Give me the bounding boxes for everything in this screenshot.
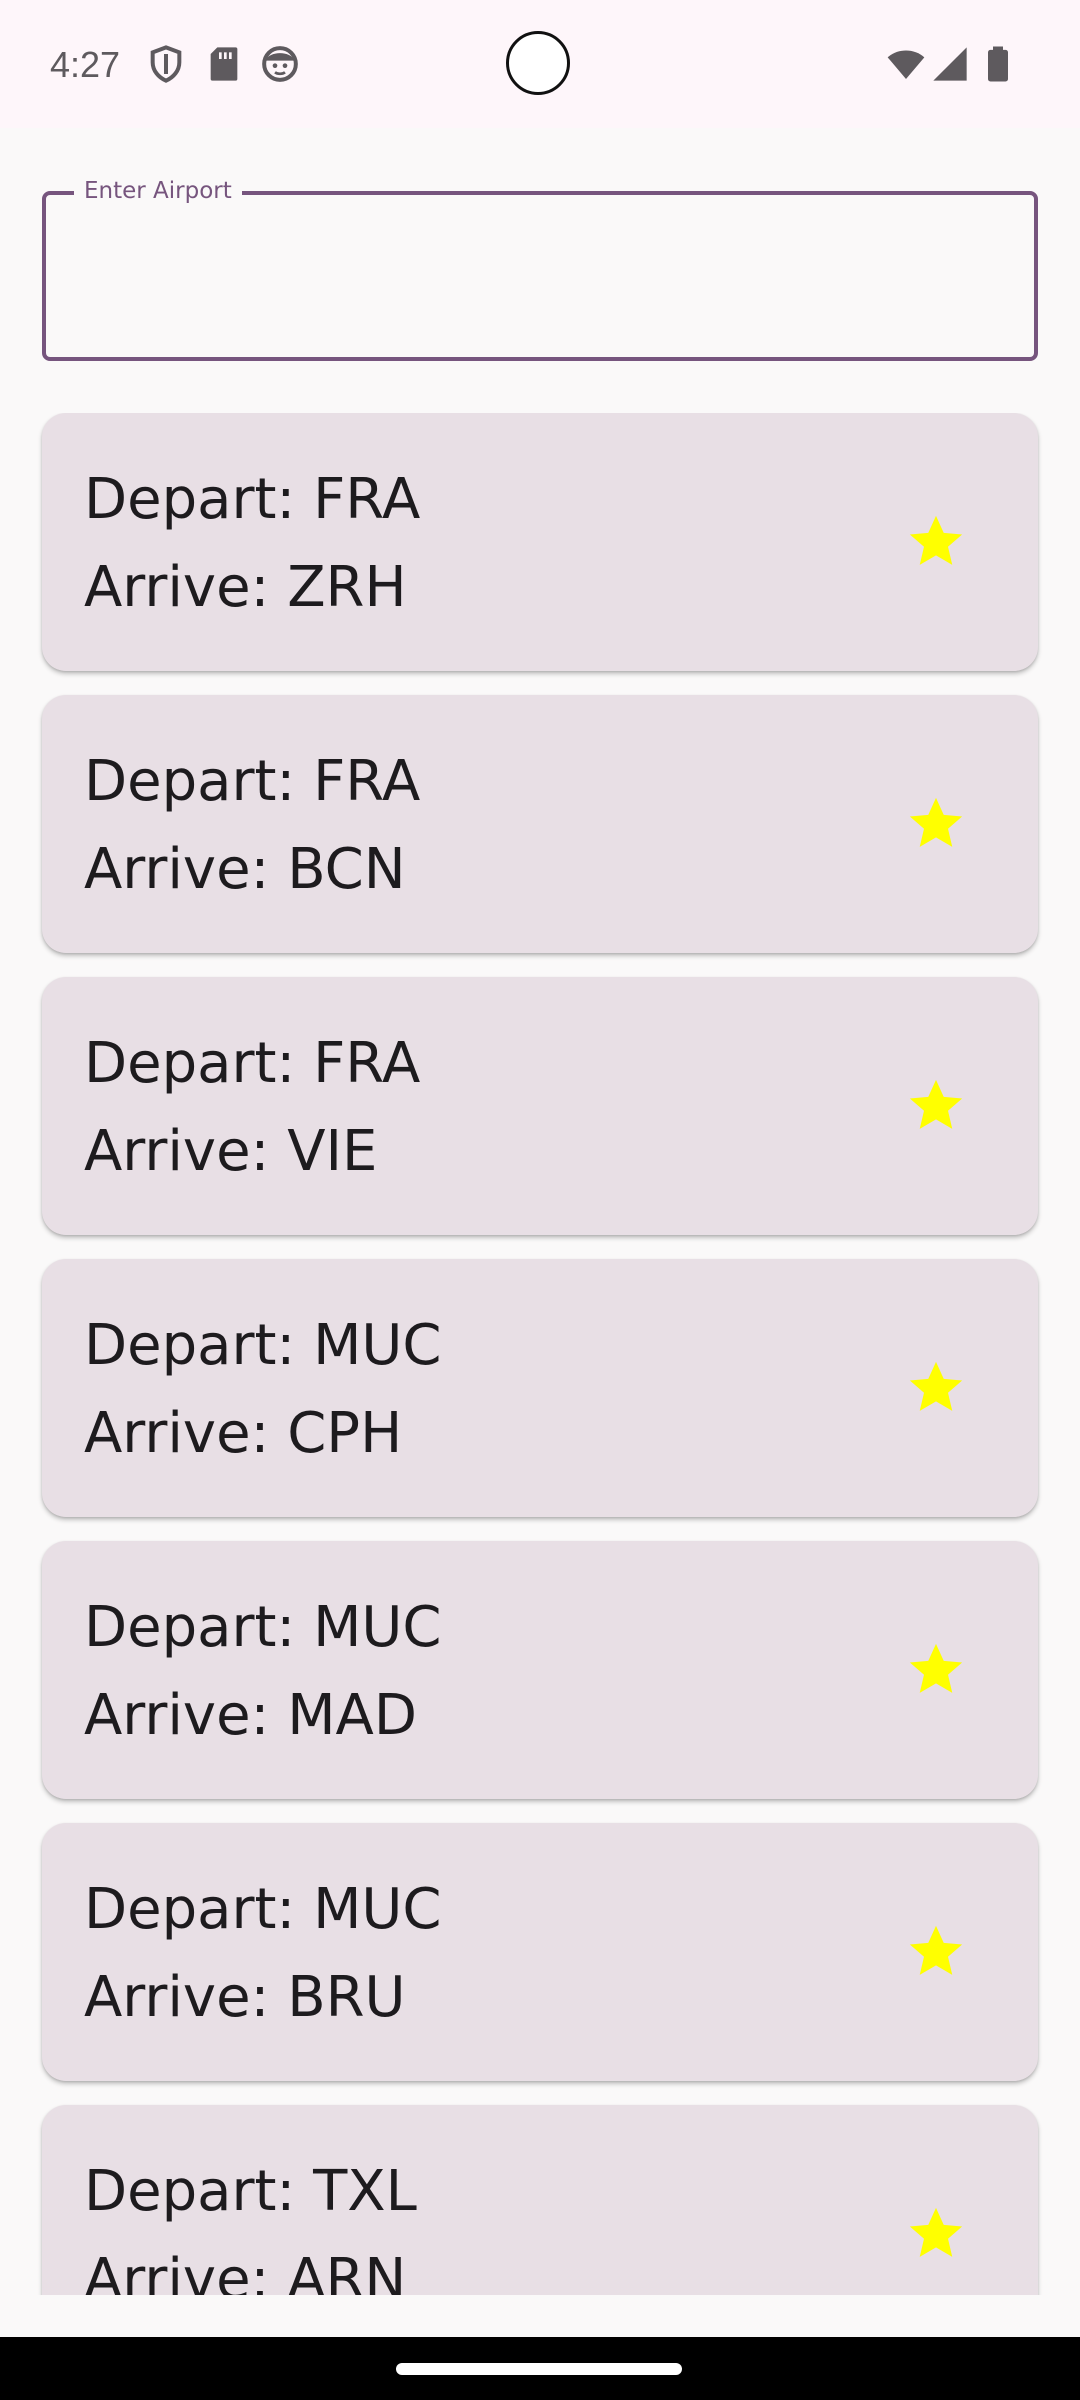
camera-cutout [506,31,570,95]
arrive-label: Arrive: BCN [84,837,406,902]
status-bar: 4:27 [0,0,1080,128]
favorite-star-icon[interactable] [904,1074,968,1138]
favorite-star-icon[interactable] [904,510,968,574]
shield-icon [150,45,182,83]
favorite-star-icon[interactable] [904,1638,968,1702]
arrive-label: Arrive: ZRH [84,555,407,620]
favorite-star-icon[interactable] [904,1356,968,1420]
depart-label: Depart: TXL [84,2159,417,2224]
flight-card[interactable]: Depart: MUC Arrive: MAD [42,1541,1038,1799]
status-time: 4:27 [50,44,121,85]
battery-icon [988,46,1008,82]
favorite-star-icon[interactable] [904,792,968,856]
favorite-star-icon[interactable] [904,1920,968,1984]
face-icon [262,46,298,82]
arrive-label: Arrive: BRU [84,1965,406,2030]
favorite-star-icon[interactable] [904,2202,968,2266]
arrive-label: Arrive: ARN [84,2247,407,2295]
depart-label: Depart: MUC [84,1313,442,1378]
wifi-icon [887,50,925,79]
flight-card[interactable]: Depart: FRA Arrive: VIE [42,977,1038,1235]
depart-label: Depart: FRA [84,1031,421,1096]
flight-card[interactable]: Depart: FRA Arrive: BCN [42,695,1038,953]
arrive-label: Arrive: CPH [84,1401,403,1466]
signal-icon [933,47,967,81]
airport-search-input[interactable] [70,240,1014,312]
depart-label: Depart: FRA [84,467,421,532]
sd-card-icon [210,47,238,81]
flight-card[interactable]: Depart: FRA Arrive: ZRH [42,413,1038,671]
flight-card[interactable]: Depart: MUC Arrive: BRU [42,1823,1038,2081]
airport-field-label: Enter Airport [74,176,242,206]
flight-list[interactable]: Depart: FRA Arrive: ZRH Depart: FRA Arri… [0,413,1080,2295]
arrive-label: Arrive: MAD [84,1683,417,1748]
depart-label: Depart: MUC [84,1877,442,1942]
flight-card[interactable]: Depart: TXL Arrive: ARN [42,2105,1038,2295]
flight-card[interactable]: Depart: MUC Arrive: CPH [42,1259,1038,1517]
arrive-label: Arrive: VIE [84,1119,378,1184]
depart-label: Depart: FRA [84,749,421,814]
depart-label: Depart: MUC [84,1595,442,1660]
home-indicator[interactable] [396,2363,682,2375]
